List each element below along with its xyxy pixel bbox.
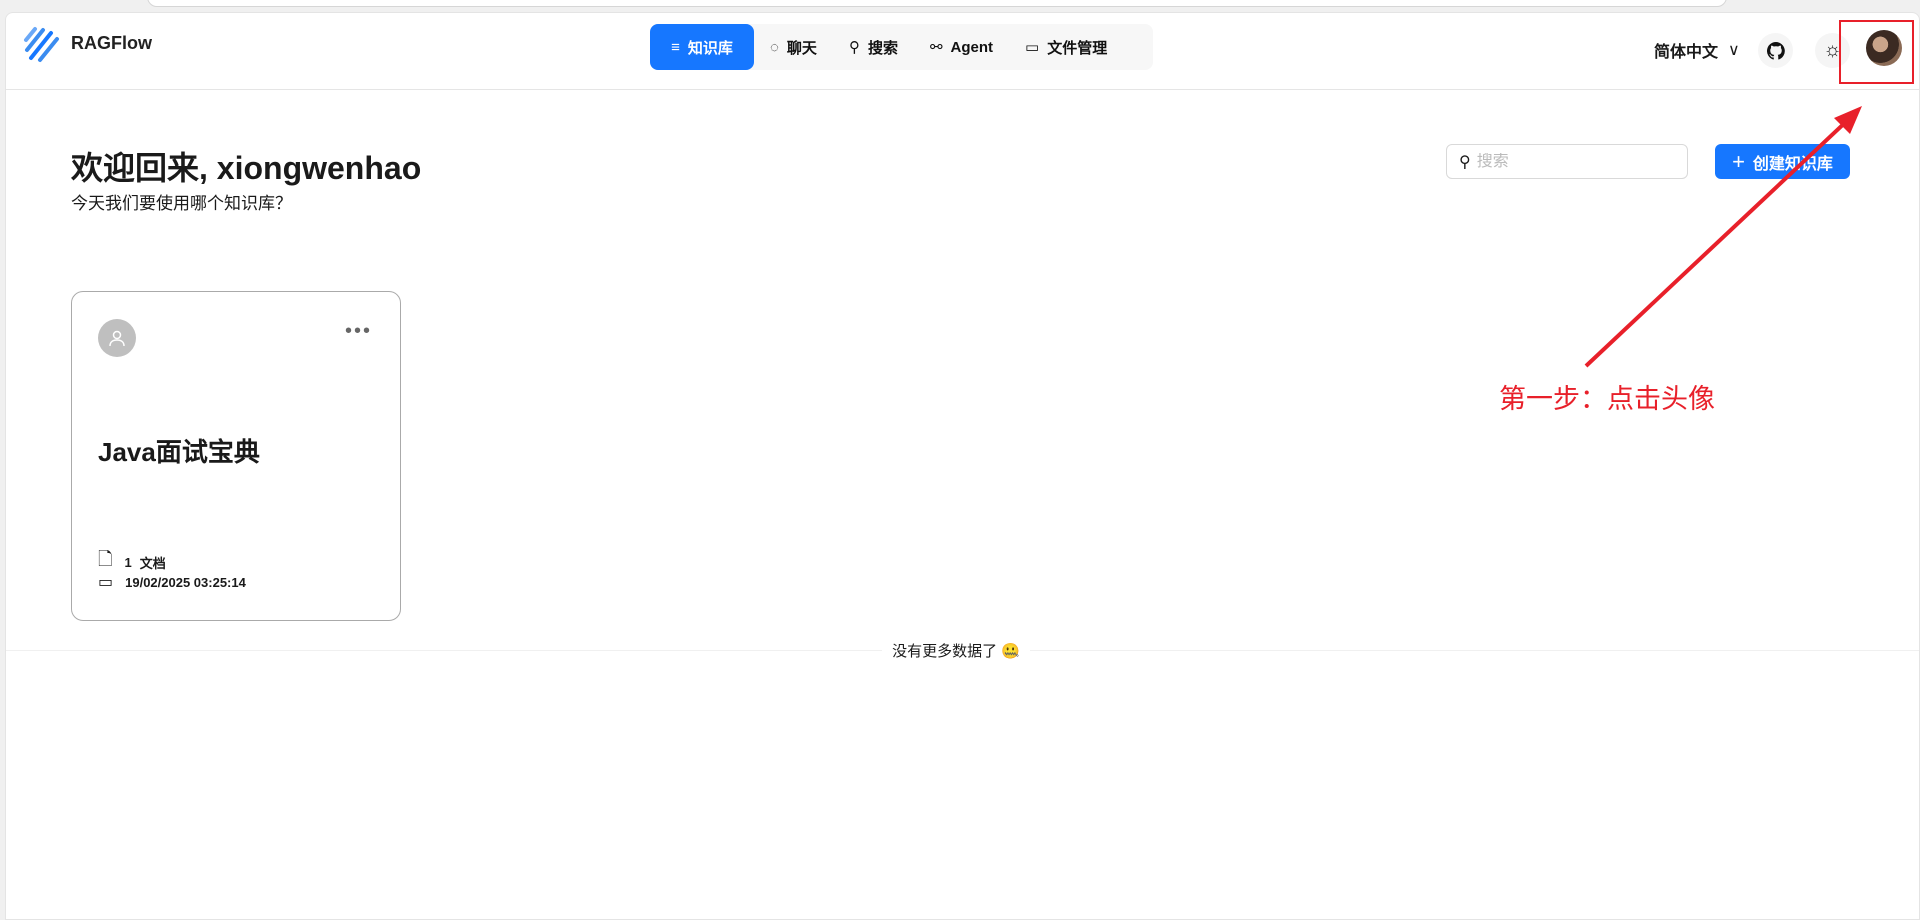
annotation-text: 第一步：点击头像	[1499, 384, 1715, 414]
annotation-arrow-icon	[1584, 106, 1862, 368]
